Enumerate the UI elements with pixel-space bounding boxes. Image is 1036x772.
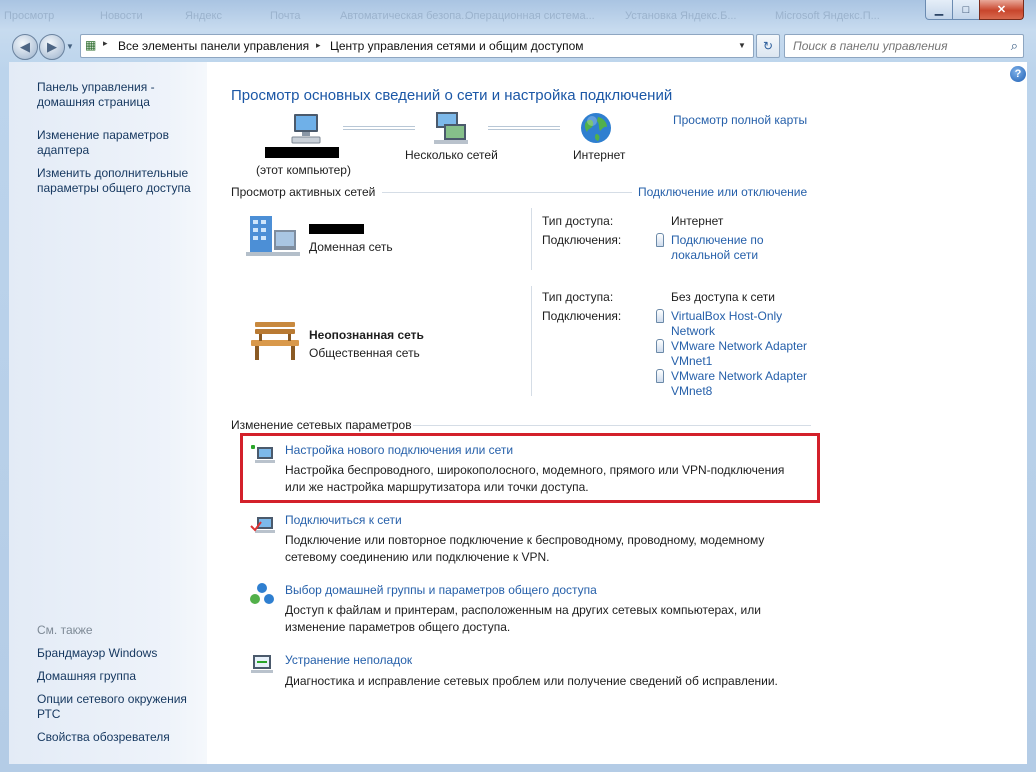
change-settings-heading: Изменение сетевых параметров — [231, 418, 412, 432]
maximize-button[interactable]: □ — [952, 0, 980, 20]
sidebar-item-sharing[interactable]: Изменить дополнительные параметры общего… — [37, 166, 191, 196]
connection-item[interactable]: VMware Network Adapter VMnet1 — [656, 339, 807, 369]
globe-icon — [580, 112, 612, 144]
ghost-tab: Новости — [100, 10, 143, 22]
task-description: Диагностика и исправление сетевых пробле… — [285, 674, 778, 688]
section-divider — [413, 425, 811, 426]
full-map-link[interactable]: Просмотр полной карты — [673, 113, 807, 127]
ghost-tab: Почта — [270, 10, 301, 22]
section-divider — [382, 192, 632, 193]
map-connector — [343, 126, 415, 127]
connection-item[interactable]: Подключение по локальной сети — [656, 233, 764, 263]
troubleshoot-icon — [249, 652, 275, 676]
search-box[interactable]: ⌕ — [784, 34, 1024, 58]
history-dropdown-icon[interactable]: ▼ — [66, 42, 74, 51]
breadcrumb-arrow-icon: ▸ — [103, 38, 108, 48]
bench-icon — [249, 320, 301, 362]
map-internet: Интернет — [573, 148, 626, 162]
ghost-tab: Установка Яндекс.Б... — [625, 10, 737, 22]
breadcrumb-arrow-icon: ▸ — [316, 40, 321, 50]
see-also-network-options[interactable]: Опции сетевого окружения РТС — [37, 692, 187, 722]
refresh-button[interactable]: ↻ — [756, 34, 780, 58]
search-icon[interactable]: ⌕ — [1011, 38, 1018, 54]
access-type-label: Тип доступа: — [542, 214, 614, 228]
task-description: Настройка беспроводного, широкополосного… — [285, 463, 785, 494]
computer-name-redacted — [265, 147, 339, 158]
search-input[interactable] — [791, 38, 995, 54]
access-type-value: Интернет — [671, 214, 724, 228]
see-also-firewall[interactable]: Брандмауэр Windows — [37, 646, 157, 661]
task-description: Подключение или повторное подключение к … — [285, 533, 765, 564]
arrow-right-icon: ▶ — [47, 39, 57, 54]
ghost-tab: Яндекс — [185, 10, 222, 22]
network-adapter-icon — [656, 339, 664, 353]
map-connector — [488, 126, 560, 127]
network-name: Неопознанная сеть — [309, 328, 424, 342]
breadcrumb-network-center[interactable]: Центр управления сетями и общим доступом — [330, 39, 584, 53]
see-also-heading: См. также — [37, 623, 93, 637]
map-connector — [343, 129, 415, 130]
connection-link[interactable]: VMware Network Adapter VMnet8 — [671, 369, 807, 399]
forward-button[interactable]: ▶ — [39, 34, 65, 60]
ghost-tab: Microsoft Яндекс.П... — [775, 10, 880, 22]
sidebar-item-adapter[interactable]: Изменение параметров адаптера — [37, 128, 169, 158]
connection-link[interactable]: VMware Network Adapter VMnet1 — [671, 339, 807, 369]
refresh-icon: ↻ — [762, 39, 774, 53]
map-computer-sub: (этот компьютер) — [256, 163, 351, 177]
task-homegroup-link[interactable]: Выбор домашней группы и параметров общег… — [285, 583, 597, 597]
connections-label: Подключения: — [542, 233, 622, 247]
title-bar[interactable]: Просмотр Новости Яндекс Почта Автоматиче… — [0, 0, 1036, 30]
task-description: Доступ к файлам и принтерам, расположенн… — [285, 603, 761, 634]
connection-item[interactable]: VMware Network Adapter VMnet8 — [656, 369, 807, 399]
connect-disconnect-link[interactable]: Подключение или отключение — [638, 185, 807, 199]
ghost-tab: Просмотр — [4, 10, 55, 22]
network-type: Доменная сеть — [309, 240, 393, 254]
breadcrumb-all-items[interactable]: Все элементы панели управления — [118, 39, 309, 53]
map-connector — [488, 129, 560, 130]
close-button[interactable]: ✕ — [979, 0, 1024, 20]
connection-link[interactable]: VirtualBox Host-Only Network — [671, 309, 782, 339]
vertical-divider — [531, 286, 532, 396]
task-troubleshoot-link[interactable]: Устранение неполадок — [285, 653, 412, 667]
connect-network-icon — [249, 512, 275, 536]
network-adapter-icon — [656, 369, 664, 383]
connection-link[interactable]: Подключение по локальной сети — [671, 233, 764, 263]
address-dropdown-icon[interactable]: ▼ — [738, 41, 746, 50]
task-new-connection-link[interactable]: Настройка нового подключения или сети — [285, 443, 513, 457]
sidebar: Панель управления - домашняя страница Из… — [9, 62, 207, 764]
back-button[interactable]: ◀ — [12, 34, 38, 60]
access-type-label: Тип доступа: — [542, 290, 614, 304]
active-networks-heading: Просмотр активных сетей — [231, 185, 376, 199]
network-type: Общественная сеть — [309, 346, 420, 360]
control-panel-icon: ▦ — [85, 38, 97, 52]
network-adapter-icon — [656, 233, 664, 247]
network-adapter-icon — [656, 309, 664, 323]
minimize-button[interactable]: ▁ — [925, 0, 953, 20]
connections-label: Подключения: — [542, 309, 622, 323]
ghost-tab: Операционная система... — [465, 10, 595, 22]
homegroup-icon — [249, 582, 275, 606]
map-multiple-networks: Несколько сетей — [405, 148, 498, 162]
new-connection-icon — [249, 441, 275, 465]
page-title: Просмотр основных сведений о сети и наст… — [231, 87, 673, 104]
task-connect-link[interactable]: Подключиться к сети — [285, 513, 402, 527]
see-also-homegroup[interactable]: Домашняя группа — [37, 669, 136, 684]
network-name-redacted — [309, 224, 364, 234]
computer-icon — [288, 112, 324, 146]
address-bar[interactable]: ▦ ▸ Все элементы панели управления ▸ Цен… — [80, 34, 754, 58]
sidebar-item-home[interactable]: Панель управления - домашняя страница — [37, 80, 155, 110]
help-icon[interactable]: ? — [1010, 66, 1026, 82]
see-also-browser-properties[interactable]: Свойства обозревателя — [37, 730, 170, 745]
domain-network-icon — [246, 214, 300, 258]
access-type-value: Без доступа к сети — [671, 290, 775, 304]
multiple-networks-icon — [432, 110, 470, 146]
connection-item[interactable]: VirtualBox Host-Only Network — [656, 309, 782, 339]
arrow-left-icon: ◀ — [20, 39, 30, 54]
ghost-tab: Автоматическая безопа... — [340, 10, 471, 22]
vertical-divider — [531, 208, 532, 270]
